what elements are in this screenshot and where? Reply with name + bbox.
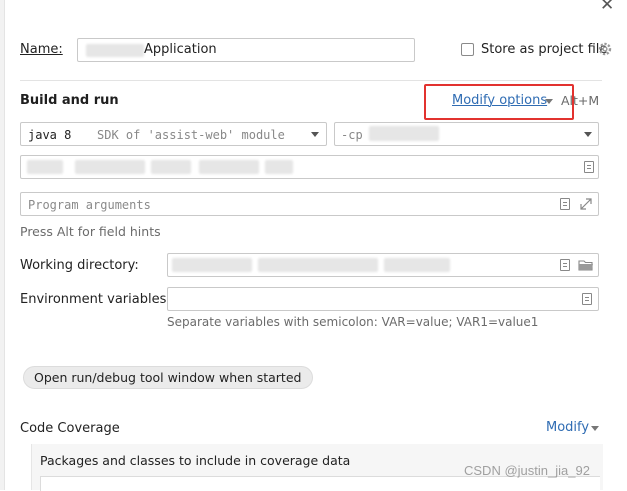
jdk-detail: SDK of 'assist-web' module [97,128,285,142]
redacted-text [86,44,144,57]
open-tool-window-chip[interactable]: Open run/debug tool window when started [23,366,313,389]
classpath-select[interactable]: -cp [334,122,599,146]
build-and-run-title: Build and run [20,93,119,108]
code-coverage-modify-link[interactable]: Modify [546,420,589,435]
name-label: Name: [20,42,63,57]
watermark-text: CSDN @justin_jia_92 [464,463,590,478]
open-tool-window-label: Open run/debug tool window when started [34,370,302,385]
environment-variables-label: Environment variables: [20,292,171,307]
expand-field-icon[interactable] [560,259,570,271]
jdk-select[interactable]: java 8 SDK of 'assist-web' module [20,122,327,146]
environment-variables-hint: Separate variables with semicolon: VAR=v… [167,315,539,329]
main-class-field[interactable] [20,155,599,179]
classpath-prefix: -cp [341,128,363,142]
redacted-text [265,160,293,174]
code-coverage-title: Code Coverage [20,421,120,436]
program-arguments-input[interactable]: Program arguments [20,192,599,216]
redacted-text [384,258,450,272]
environment-variables-input[interactable] [167,287,599,311]
redacted-text [199,160,259,174]
close-icon[interactable]: ✕ [600,0,614,15]
section-divider [20,80,602,81]
chevron-down-icon [591,426,599,431]
redacted-text [75,160,145,174]
chevron-down-icon [311,132,319,137]
name-input-value: Application [144,42,217,57]
expand-field-icon[interactable] [584,161,594,173]
field-hint-text: Press Alt for field hints [20,224,161,239]
working-directory-input[interactable] [167,253,599,277]
redacted-text [172,258,252,272]
fullscreen-icon[interactable] [579,197,593,211]
expand-field-icon[interactable] [560,198,570,210]
folder-icon[interactable] [578,258,594,272]
packages-list[interactable] [40,476,600,491]
jdk-value: java 8 [28,128,72,142]
program-arguments-placeholder: Program arguments [28,198,151,212]
expand-field-icon[interactable] [582,293,592,305]
redacted-text [258,258,378,272]
redacted-text [151,160,191,174]
store-as-project-checkbox[interactable] [461,43,474,56]
name-input[interactable]: Application [77,38,415,62]
highlight-box [424,84,574,120]
redacted-text [27,160,63,174]
store-as-project-label: Store as project file [481,42,608,57]
redacted-text [369,126,439,141]
chevron-down-icon [584,132,592,137]
packages-classes-label: Packages and classes to include in cover… [40,453,351,468]
left-panel-edge [0,0,5,490]
gear-icon[interactable] [598,42,612,56]
working-directory-label: Working directory: [20,258,139,273]
